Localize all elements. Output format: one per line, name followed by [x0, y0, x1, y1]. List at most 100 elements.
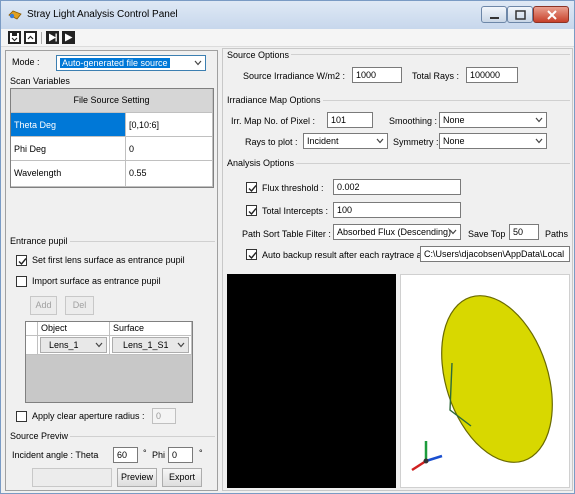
play-button[interactable] [62, 31, 75, 44]
surface-select[interactable]: Lens_1_S1 [112, 337, 189, 353]
app-icon [8, 10, 22, 20]
window-title: Stray Light Analysis Control Panel [27, 9, 178, 20]
export-button[interactable]: Export [162, 468, 202, 487]
table-row-name[interactable]: Theta Deg [11, 113, 126, 137]
chevron-down-icon [376, 138, 384, 144]
maximize-icon [515, 10, 526, 20]
analysis-options-title: Analysis Options [227, 158, 297, 168]
open-icon [26, 33, 35, 42]
total-rays-label: Total Rays : [412, 71, 460, 81]
incident-angle-label: Incident angle : Theta [12, 450, 99, 460]
total-intercepts-input[interactable]: 100 [333, 202, 461, 218]
main-window: Stray Light Analysis Control Panel Mode … [0, 0, 575, 494]
degree-symbol: ° [143, 448, 147, 458]
title-bar: Stray Light Analysis Control Panel [1, 1, 574, 29]
set-first-lens-checkbox[interactable] [16, 255, 27, 266]
total-intercepts-checkbox[interactable] [246, 205, 257, 216]
scan-variables-grid: File Source Setting Theta Deg [0,10:6] P… [10, 88, 214, 188]
auto-backup-checkbox[interactable] [246, 249, 257, 260]
rays-to-plot-select[interactable]: Incident [303, 133, 388, 149]
theta-input[interactable]: 60 [113, 447, 138, 463]
lens-surface-ellipse [441, 295, 553, 463]
del-button[interactable]: Del [65, 296, 94, 315]
irradiance-map-group: Irradiance Map Options [227, 95, 570, 105]
minimize-button[interactable] [481, 6, 507, 23]
save-icon [10, 33, 19, 42]
flux-threshold-input[interactable]: 0.002 [333, 179, 461, 195]
close-button[interactable] [533, 6, 569, 23]
toolbar [1, 29, 574, 47]
step-icon [49, 33, 57, 42]
rays-to-plot-value: Incident [307, 136, 339, 146]
clear-aperture-input[interactable]: 0 [152, 408, 176, 424]
irradiance-input[interactable]: 1000 [352, 67, 402, 83]
smoothing-select[interactable]: None [439, 112, 547, 128]
degree-symbol: ° [199, 448, 203, 458]
object-value: Lens_1 [49, 340, 79, 350]
irradiance-map-title: Irradiance Map Options [227, 95, 323, 105]
path-sort-select[interactable]: Absorbed Flux (Descending) [333, 224, 461, 240]
paths-label: Paths [545, 229, 569, 239]
flux-threshold-checkbox[interactable] [246, 182, 257, 193]
3d-preview-viewport[interactable] [400, 274, 570, 488]
preview-button[interactable]: Preview [117, 468, 157, 487]
scan-variables-label: Scan Variables [10, 76, 70, 86]
apply-clear-aperture-checkbox[interactable] [16, 411, 27, 422]
blank-button[interactable] [32, 468, 112, 487]
mode-select[interactable]: Auto-generated file source [56, 55, 206, 71]
table-row-value[interactable]: 0.55 [126, 161, 213, 187]
table-row-value[interactable]: 0 [126, 137, 213, 161]
import-surface-label: Import surface as entrance pupil [32, 276, 161, 286]
pixel-input[interactable]: 101 [327, 112, 373, 128]
chevron-down-icon [194, 60, 202, 66]
entrance-pupil-title: Entrance pupil [10, 236, 70, 246]
checkmark-icon [248, 185, 257, 193]
save-top-input[interactable]: 50 [509, 224, 539, 240]
surface-cell[interactable]: Lens_1_S1 [110, 336, 192, 355]
symmetry-value: None [443, 136, 465, 146]
open-button[interactable] [24, 31, 37, 44]
entrance-pupil-group: Entrance pupil [10, 236, 215, 246]
analysis-options-group: Analysis Options [227, 158, 570, 168]
toolbar-separator [41, 32, 42, 44]
object-select[interactable]: Lens_1 [40, 337, 107, 353]
flux-threshold-label: Flux threshold : [262, 183, 324, 193]
phi-label: Phi [152, 450, 166, 460]
set-first-lens-label: Set first lens surface as entrance pupil [32, 255, 185, 265]
row-header [26, 336, 38, 355]
table-row-value[interactable]: [0,10:6] [126, 113, 213, 137]
rays-to-plot-label: Rays to plot : [245, 137, 298, 147]
source-options-title: Source Options [227, 50, 292, 60]
axis-triad-icon [411, 441, 443, 472]
auto-backup-path-input[interactable]: C:\Users\djacobsen\AppData\Local [420, 246, 570, 262]
chevron-down-icon [535, 117, 543, 123]
save-top-label: Save Top [468, 229, 506, 239]
save-button[interactable] [8, 31, 21, 44]
checkmark-icon [248, 252, 257, 260]
step-button[interactable] [46, 31, 59, 44]
table-row-name[interactable]: Phi Deg [11, 137, 126, 161]
mode-label: Mode : [12, 57, 40, 67]
chevron-down-icon [449, 229, 457, 235]
import-surface-checkbox[interactable] [16, 276, 27, 287]
file-source-header: File Source Setting [11, 89, 213, 113]
source-preview-title: Source Previw [10, 431, 71, 441]
mode-value: Auto-generated file source [60, 58, 170, 68]
source-preview-group: Source Previw [10, 431, 215, 441]
total-intercepts-label: Total Intercepts : [262, 206, 329, 216]
table-row-name[interactable]: Wavelength [11, 161, 126, 187]
object-cell[interactable]: Lens_1 [38, 336, 110, 355]
row-header-corner [26, 322, 38, 336]
irradiance-map-viewport[interactable] [227, 274, 396, 488]
surface-value: Lens_1_S1 [123, 340, 169, 350]
phi-input[interactable]: 0 [168, 447, 193, 463]
symmetry-select[interactable]: None [439, 133, 547, 149]
auto-backup-label: Auto backup result after each raytrace a… [262, 250, 427, 260]
chevron-down-icon [535, 138, 543, 144]
total-rays-input[interactable]: 100000 [466, 67, 518, 83]
3d-scene [411, 295, 553, 472]
maximize-button[interactable] [507, 6, 533, 23]
add-button[interactable]: Add [30, 296, 57, 315]
symmetry-label: Symmetry : [393, 137, 439, 147]
minimize-icon [490, 17, 499, 19]
